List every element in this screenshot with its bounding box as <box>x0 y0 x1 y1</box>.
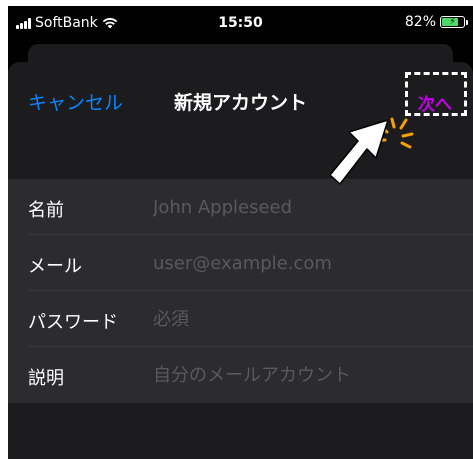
password-input[interactable] <box>153 305 453 333</box>
battery-percent: 82% <box>404 14 436 30</box>
next-button[interactable]: 次へ <box>418 90 452 115</box>
status-bar: SoftBank 15:50 82% ⚡ <box>8 6 473 40</box>
status-time: 15:50 <box>218 15 263 31</box>
name-label: 名前 <box>28 200 64 221</box>
form-row-name: 名前 <box>8 179 473 235</box>
email-label: メール <box>28 256 82 277</box>
account-form: 名前 メール パスワード 説明 <box>8 179 473 403</box>
email-input[interactable] <box>153 249 453 277</box>
form-row-email: メール <box>8 235 473 291</box>
name-input[interactable] <box>153 193 453 221</box>
form-row-password: パスワード <box>8 291 473 347</box>
password-label: パスワード <box>28 312 118 333</box>
pointer-arrow-icon <box>329 119 389 185</box>
form-row-description: 説明 <box>8 347 473 403</box>
status-right: 82% ⚡ <box>404 14 468 30</box>
bolt-icon: ⚡ <box>449 17 456 27</box>
battery-charging-icon: ⚡ <box>440 16 468 28</box>
description-input[interactable] <box>153 361 453 389</box>
description-label: 説明 <box>28 368 64 389</box>
phone-screen: SoftBank 15:50 82% ⚡ キャンセル 新規アカウント 次へ 名前… <box>8 6 473 459</box>
